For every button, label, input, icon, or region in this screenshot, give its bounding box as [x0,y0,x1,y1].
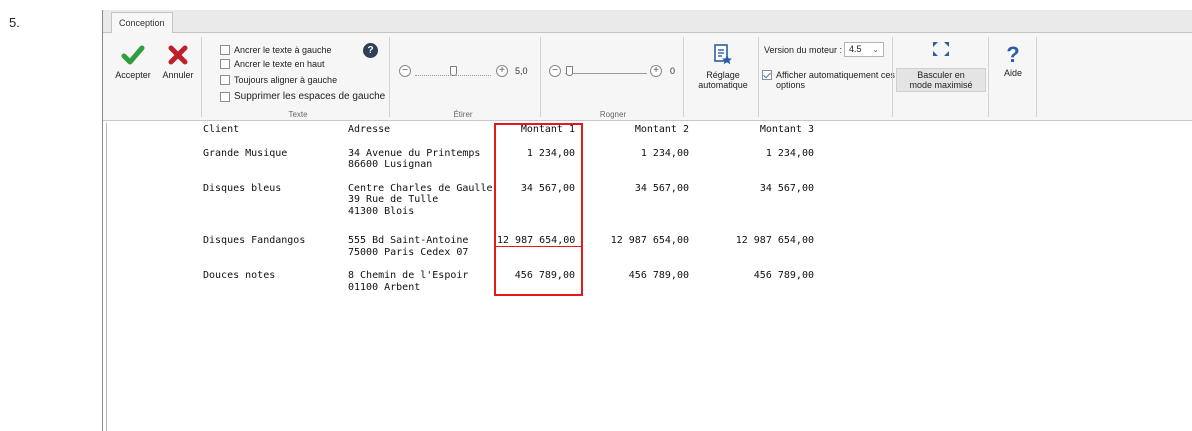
row-4-amount-3: 456 789,00 [753,270,814,281]
tab-strip: Conception [103,10,1192,34]
row-2-amount-2: 34 567,00 [634,183,689,194]
cancel-label: Annuler [162,70,194,80]
row-3-address-1: 555 Bd Saint-Antoine [348,235,469,246]
checkmark-icon [121,45,145,65]
help-button[interactable]: ? Aide [993,42,1033,79]
cancel-button[interactable]: Annuler [158,44,198,80]
remove-left-spaces-checkbox[interactable]: Supprimer les espaces de gauche [220,90,385,103]
maximize-label-2: mode maximisé [909,80,973,90]
row-3-amount-2: 12 987 654,00 [610,235,689,246]
separator [201,37,202,117]
close-icon [168,45,188,65]
accept-label: Accepter [115,70,151,80]
separator [389,37,390,117]
row-1-amount-3: 1 234,00 [765,148,814,159]
checkbox-box [762,70,772,80]
auto-adjust-button[interactable]: Réglage automatique [688,44,758,90]
expand-arrows-icon [933,42,949,56]
crop-plus-icon[interactable]: + [650,65,662,77]
anchor-left-label: Ancrer le texte à gauche [234,44,332,55]
row-4-address-1: 8 Chemin de l'Espoir [348,270,469,281]
row-2-address-2: 39 Rue de Tulle [348,194,439,205]
crop-group-label: Rogner [599,110,627,119]
row-3-client: Disques Fandangos [203,235,306,246]
help-label: Aide [1003,68,1022,78]
stretch-plus-icon[interactable]: + [496,65,508,77]
separator [683,37,684,117]
header-address: Adresse [348,124,391,135]
row-1-address-1: 34 Avenue du Printemps [348,148,481,159]
row-1-client: Grande Musique [203,148,288,159]
anchor-top-label: Ancrer le texte en haut [234,58,325,69]
row-1-amount-2: 1 234,00 [640,148,689,159]
always-align-left-label: Toujours aligner à gauche [234,74,338,85]
crop-thumb[interactable] [566,66,573,76]
checkbox-box [220,91,230,102]
row-4-address-2: 01100 Arbent [348,282,421,293]
row-3-address-2: 75000 Paris Cedex 07 [348,247,469,258]
row-2-address-3: 41300 Blois [348,206,415,217]
highlight-box [494,123,583,296]
auto-adjust-label-2: automatique [698,80,748,90]
document-preview: Client Adresse Montant 1 Montant 2 Monta… [107,122,1192,431]
row-1-address-2: 86600 Lusignan [348,159,433,170]
auto-show-options-label-2: options [776,80,806,90]
auto-show-options-checkbox[interactable]: Afficher automatiquement ces options [762,70,902,90]
auto-show-options-label-1: Afficher automatiquement ces [776,70,895,80]
row-2-client: Disques bleus [203,183,282,194]
stretch-group-label: Étirer [453,110,473,119]
anchor-left-checkbox[interactable]: Ancrer le texte à gauche [220,43,332,56]
row-3-amount-3: 12 987 654,00 [735,235,814,246]
step-number: 5. [9,15,20,30]
header-amount-2: Montant 2 [634,124,689,135]
crop-value: 0 [670,66,676,76]
highlight-underline [494,246,583,247]
crop-track [565,73,647,74]
chevron-down-icon: ⌄ [872,45,879,54]
ribbon: Accepter Annuler Ancrer le texte à gauch… [103,33,1192,121]
stretch-minus-icon[interactable]: − [399,65,411,77]
anchor-top-checkbox[interactable]: Ancrer le texte en haut [220,57,325,70]
checkbox-box [220,58,230,69]
separator [892,37,893,117]
engine-version-value: 4.5 [849,44,862,54]
row-4-client: Douces notes [203,270,276,281]
checkbox-box [220,74,230,85]
engine-version-label: Version du moteur : [764,45,843,55]
auto-adjust-label-1: Réglage [706,70,740,80]
row-2-amount-3: 34 567,00 [759,183,814,194]
stretch-value: 5,0 [515,66,528,76]
row-4-amount-2: 456 789,00 [628,270,689,281]
document-star-icon [714,44,732,65]
header-amount-3: Montant 3 [759,124,814,135]
separator [540,37,541,117]
text-help-icon[interactable]: ? [363,43,378,58]
text-group-label: Texte [288,110,308,119]
checkbox-box [220,44,230,55]
separator [758,37,759,117]
maximize-label-1: Basculer en [917,70,965,80]
stretch-slider[interactable]: − + 5,0 [399,65,539,79]
remove-left-spaces-label: Supprimer les espaces de gauche [234,91,386,102]
tab-conception[interactable]: Conception [111,12,173,34]
always-align-left-checkbox[interactable]: Toujours aligner à gauche [220,73,337,86]
crop-minus-icon[interactable]: − [549,65,561,77]
help-icon: ? [1006,42,1020,67]
separator [988,37,989,117]
accept-button[interactable]: Accepter [113,44,153,80]
separator [1036,37,1037,117]
maximize-mode-button[interactable]: Basculer en mode maximisé [896,41,986,92]
engine-version-select[interactable]: 4.5 ⌄ [844,42,884,57]
header-client: Client [203,124,240,135]
row-2-address-1: Centre Charles de Gaulle [348,183,493,194]
stretch-thumb[interactable] [450,66,457,76]
crop-slider[interactable]: − + 0 [549,65,679,79]
